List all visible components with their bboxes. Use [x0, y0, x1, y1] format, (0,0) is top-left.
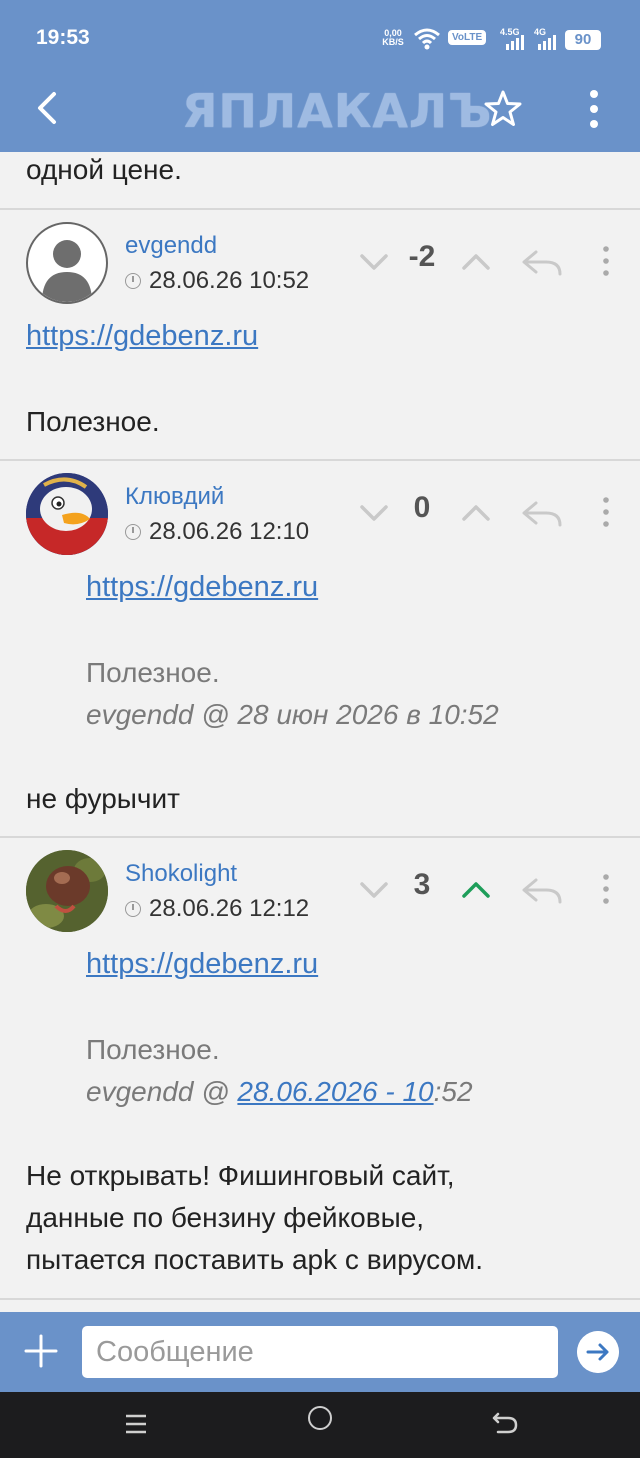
app-logo: ЯПЛАКАЛЪ — [182, 84, 493, 138]
comment-date-text: 28.06.26 12:10 — [149, 518, 310, 545]
comment-text: Полезное. — [26, 406, 160, 437]
overflow-menu-icon[interactable] — [580, 86, 608, 132]
clock-icon — [125, 273, 141, 289]
comment-more-icon[interactable] — [596, 495, 616, 529]
comment-item: evgendd 28.06.26 10:52 -2 https://gdeben… — [0, 210, 640, 460]
quote-signature: evgendd @ 28 июн 2026 в 10:52 — [86, 699, 499, 730]
net-speed-unit: KB/S — [382, 37, 404, 47]
comments-feed[interactable]: одной цене. evgendd 28.06.26 10:52 -2 ht… — [0, 152, 640, 1312]
net-speed-indicator: 0,00 KB/S — [380, 29, 406, 47]
vote-up-icon[interactable] — [460, 874, 492, 906]
wifi-icon — [414, 28, 440, 50]
clock-icon — [125, 524, 141, 540]
signal-4g-icon: 4G — [534, 27, 556, 50]
quote-text: Полезное. — [86, 657, 220, 688]
comment-text-line: данные по бензину фейковые, — [26, 1202, 425, 1233]
comment-item: Клювдий 28.06.26 12:10 0 https://gdebenz… — [0, 461, 640, 837]
signal-4g-label: 4G — [534, 27, 546, 37]
quote-text: Полезное. — [86, 1034, 220, 1065]
comment-link[interactable]: https://gdebenz.ru — [26, 320, 258, 353]
plant-avatar-image — [26, 850, 108, 932]
quote-signature: evgendd @ 28.06.2026 - 10:52 — [86, 1076, 473, 1108]
comment-author[interactable]: Клювдий — [125, 483, 224, 511]
system-back-icon[interactable] — [492, 1410, 518, 1436]
signal-4-5g-label: 4.5G — [500, 27, 520, 37]
send-arrow-icon[interactable] — [577, 1331, 619, 1373]
message-input[interactable] — [82, 1326, 558, 1378]
vote-up-icon[interactable] — [460, 497, 492, 529]
signal-4-5g-icon: 4.5G — [500, 27, 524, 50]
volte-badge: VoLTE — [448, 30, 487, 45]
reply-icon[interactable] — [520, 497, 564, 529]
reply-icon[interactable] — [520, 246, 564, 278]
vote-up-icon[interactable] — [460, 246, 492, 278]
system-nav-bar — [0, 1392, 640, 1458]
vote-down-icon[interactable] — [358, 246, 390, 278]
comment-author[interactable]: evgendd — [125, 232, 217, 260]
comment-more-icon[interactable] — [596, 244, 616, 278]
previous-comment-tail: одной цене. — [26, 154, 182, 185]
comment-date: 28.06.26 10:52 — [125, 267, 309, 295]
vote-down-icon[interactable] — [358, 497, 390, 529]
home-circle-icon[interactable] — [308, 1406, 332, 1430]
app-bar: ЯПЛАКАЛЪ — [0, 78, 640, 152]
quote-link[interactable]: https://gdebenz.ru — [86, 948, 318, 981]
quote-signature-suffix: :52 — [433, 1076, 473, 1107]
avatar[interactable] — [26, 222, 108, 304]
vote-down-icon[interactable] — [358, 874, 390, 906]
comment-date-text: 28.06.26 12:12 — [149, 895, 310, 922]
quote-link[interactable]: https://gdebenz.ru — [86, 571, 318, 604]
default-user-icon — [42, 240, 92, 302]
comment-text-line: пытается поставить apk с вирусом. — [26, 1244, 484, 1275]
message-composer — [0, 1312, 640, 1392]
attach-plus-icon[interactable] — [22, 1332, 60, 1370]
comment-more-icon[interactable] — [596, 872, 616, 906]
comment-item: Shokolight 28.06.26 12:12 3 https://gdeb… — [0, 838, 640, 1298]
comment-text: не фурычит — [26, 783, 180, 814]
quote-date-link[interactable]: 28.06.2026 - 10 — [237, 1076, 433, 1107]
comment-text-line: Не открывать! Фишинговый сайт, — [26, 1160, 455, 1191]
avatar[interactable] — [26, 850, 108, 932]
top-bar: 19:53 0,00 KB/S VoLTE 4.5G 4G 90 ЯПЛАКАЛ… — [0, 0, 640, 152]
comment-score: 3 — [413, 868, 431, 901]
reply-icon[interactable] — [520, 874, 564, 906]
status-bar: 19:53 0,00 KB/S VoLTE 4.5G 4G 90 — [0, 0, 640, 78]
favorite-star-icon[interactable] — [482, 88, 524, 130]
status-time: 19:53 — [36, 26, 90, 49]
comment-score: -2 — [408, 240, 436, 273]
battery-indicator: 90 — [565, 30, 601, 50]
avatar[interactable] — [26, 473, 108, 555]
clock-icon — [125, 901, 141, 917]
comment-date: 28.06.26 12:10 — [125, 518, 309, 546]
comment-date: 28.06.26 12:12 — [125, 895, 309, 923]
duck-avatar-image — [26, 473, 108, 555]
comment-score: 0 — [413, 491, 431, 524]
divider — [0, 1298, 640, 1300]
quote-signature-prefix: evgendd @ — [86, 1076, 238, 1107]
comment-author[interactable]: Shokolight — [125, 860, 237, 888]
back-arrow-icon[interactable] — [28, 88, 68, 128]
recents-icon[interactable] — [124, 1412, 148, 1436]
comment-date-text: 28.06.26 10:52 — [149, 267, 310, 294]
